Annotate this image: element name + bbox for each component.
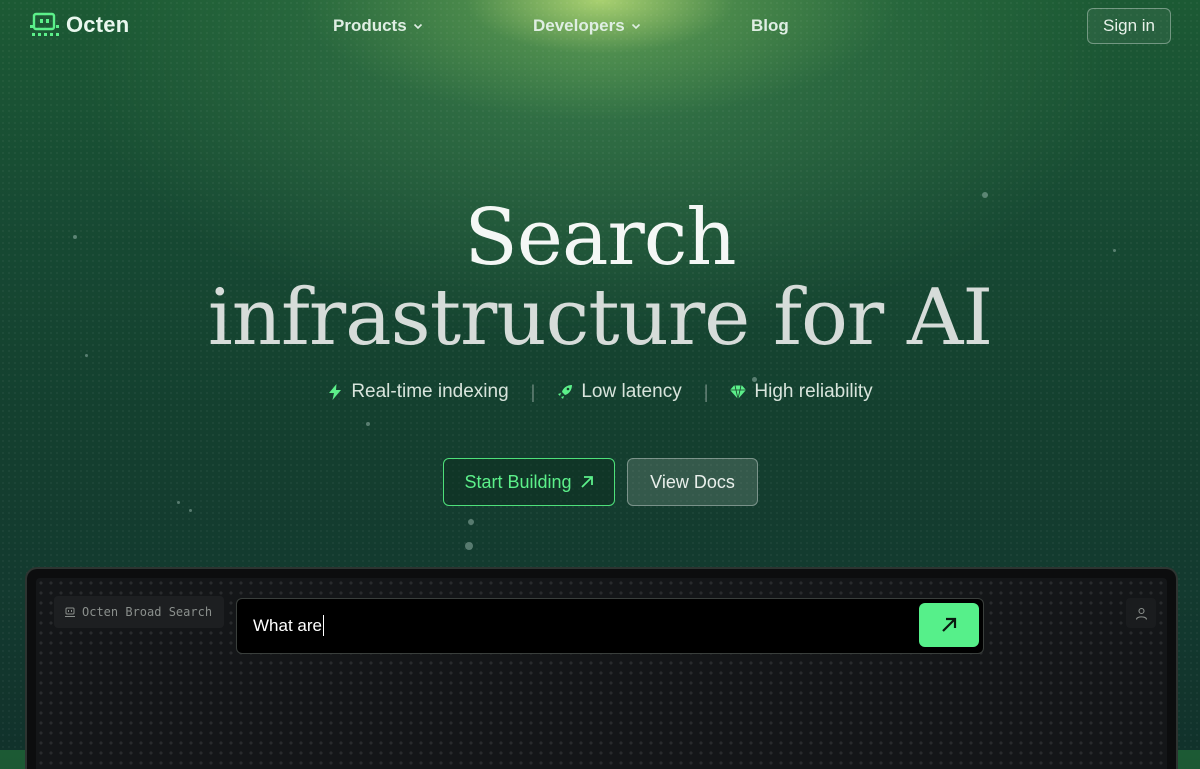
feature-label: Real-time indexing bbox=[351, 381, 509, 402]
nav-item-developers[interactable]: Developers bbox=[533, 16, 641, 36]
demo-mode-text: Octen Broad Search bbox=[82, 605, 213, 619]
feature-label: Low latency bbox=[581, 381, 682, 402]
feature-item: Real-time indexing bbox=[327, 381, 509, 403]
decor-dot bbox=[366, 422, 370, 426]
arrow-up-right-icon bbox=[580, 476, 593, 488]
search-box bbox=[236, 598, 984, 654]
feature-divider: | bbox=[530, 381, 536, 402]
diamond-icon bbox=[730, 385, 747, 400]
robot-icon bbox=[65, 607, 75, 617]
nav-item-label: Products bbox=[333, 16, 407, 35]
decor-dot bbox=[177, 501, 180, 504]
feature-divider: | bbox=[703, 381, 709, 402]
brand-name: Octen bbox=[66, 12, 130, 37]
nav-item-label: Blog bbox=[751, 16, 789, 35]
chevron-down-icon bbox=[631, 23, 640, 30]
feature-item: High reliability bbox=[730, 381, 873, 403]
view-docs-button[interactable]: View Docs bbox=[627, 458, 758, 506]
feature-label: High reliability bbox=[754, 381, 873, 402]
user-icon bbox=[1135, 607, 1147, 620]
text-cursor bbox=[323, 615, 324, 636]
user-button[interactable] bbox=[1126, 598, 1156, 628]
search-demo-panel: Octen Broad Search bbox=[25, 567, 1178, 769]
decor-dot bbox=[465, 542, 473, 550]
hero-title-line-1: Search bbox=[464, 193, 736, 283]
decor-dot bbox=[189, 509, 192, 512]
nav-item-products[interactable]: Products bbox=[333, 16, 423, 36]
feature-list: Real-time indexing | Low latency | High … bbox=[0, 381, 1200, 403]
feature-item: Low latency bbox=[557, 381, 682, 403]
hero-title-line-2: infrastructure for AI bbox=[207, 273, 993, 363]
panel-canvas: Octen Broad Search bbox=[36, 578, 1167, 769]
view-docs-label: View Docs bbox=[650, 471, 735, 492]
rocket-icon bbox=[558, 385, 573, 399]
decor-dot bbox=[468, 519, 474, 525]
hero-title: Search infrastructure for AI bbox=[0, 198, 1200, 358]
nav-item-label: Developers bbox=[533, 16, 625, 35]
chevron-down-icon bbox=[413, 23, 422, 30]
bolt-icon bbox=[329, 384, 342, 400]
start-building-button[interactable]: Start Building bbox=[443, 458, 615, 506]
arrow-up-right-icon bbox=[942, 617, 957, 632]
top-nav: Octen Products Developers Blog Sign in bbox=[0, 0, 1200, 52]
nav-item-blog[interactable]: Blog bbox=[751, 16, 789, 36]
demo-mode-label: Octen Broad Search bbox=[54, 596, 225, 628]
search-input[interactable] bbox=[253, 613, 893, 639]
sign-in-button[interactable]: Sign in bbox=[1087, 8, 1171, 44]
start-building-label: Start Building bbox=[464, 471, 572, 492]
brand-logo[interactable]: Octen bbox=[30, 12, 129, 38]
search-submit-button[interactable] bbox=[919, 603, 979, 647]
robot-logo-icon bbox=[30, 12, 59, 36]
